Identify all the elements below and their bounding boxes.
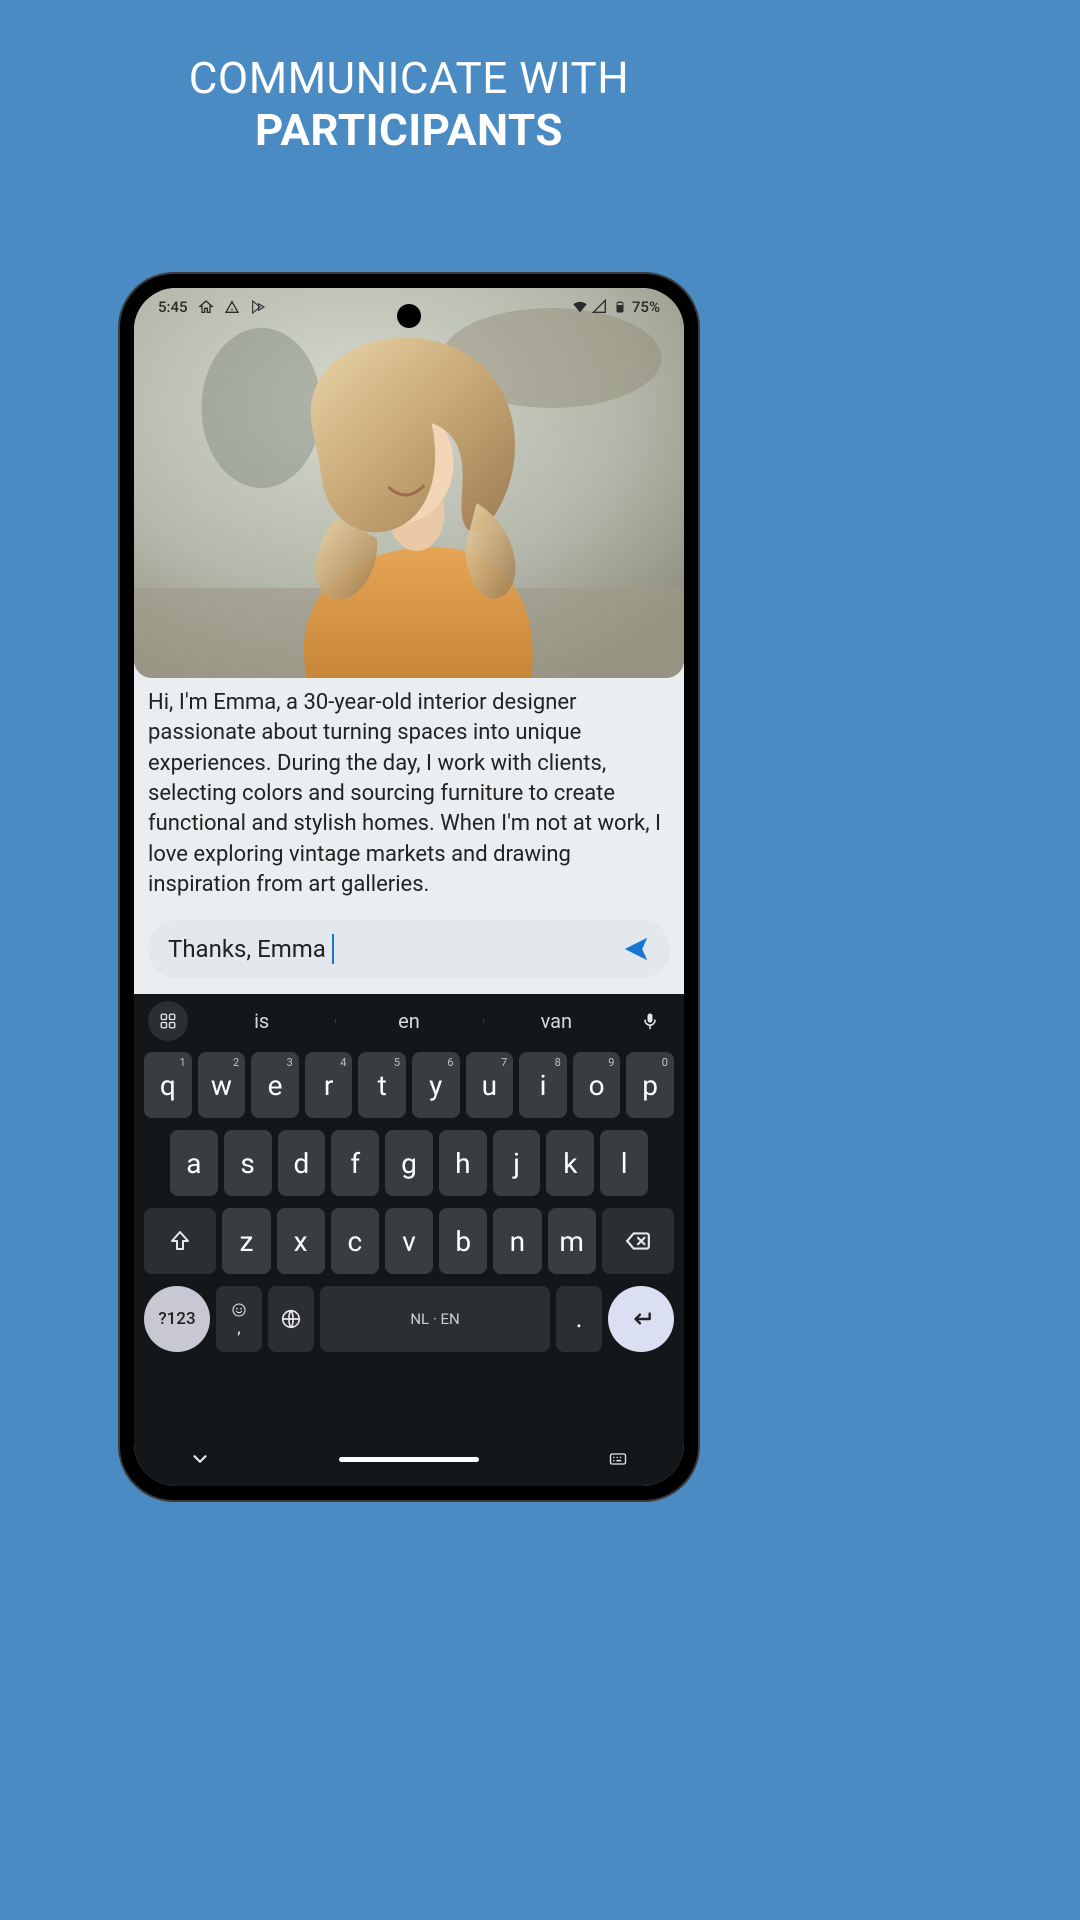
language-key[interactable] (268, 1286, 314, 1352)
shift-key[interactable] (144, 1208, 216, 1274)
key-a[interactable]: a (170, 1130, 218, 1196)
keyboard-rows: q1w2e3r4t5y6u7i8o9p0 asdfghjkl zxcvbnm ?… (134, 1048, 684, 1432)
key-c[interactable]: c (331, 1208, 379, 1274)
key-r[interactable]: r4 (305, 1052, 353, 1118)
keyboard-suggestion-bar: is en van (134, 994, 684, 1048)
key-q[interactable]: q1 (144, 1052, 192, 1118)
send-button[interactable] (618, 931, 654, 967)
key-f[interactable]: f (331, 1130, 379, 1196)
key-d[interactable]: d (278, 1130, 326, 1196)
profile-photo (134, 288, 684, 678)
mic-icon[interactable] (630, 1011, 670, 1031)
key-b[interactable]: b (439, 1208, 487, 1274)
promo-line-1: COMMUNICATE WITH (189, 52, 629, 104)
key-m[interactable]: m (548, 1208, 596, 1274)
home-icon (198, 299, 214, 315)
message-input-value: Thanks, Emma (168, 935, 326, 963)
play-icon (250, 299, 266, 315)
key-n[interactable]: n (493, 1208, 541, 1274)
keyboard-row-2: asdfghjkl (144, 1130, 674, 1196)
camera-notch (397, 304, 421, 328)
keyboard-row-1: q1w2e3r4t5y6u7i8o9p0 (144, 1052, 674, 1118)
status-left: 5:45 (158, 298, 266, 316)
key-y[interactable]: y6 (412, 1052, 460, 1118)
nav-home-pill[interactable] (339, 1457, 479, 1462)
signal-icon (592, 299, 608, 315)
keyboard-row-4: ?123 , NL · EN . (144, 1286, 674, 1352)
key-s[interactable]: s (224, 1130, 272, 1196)
wifi-icon (572, 299, 588, 315)
battery-icon (612, 299, 628, 315)
keyboard-row-3: zxcvbnm (144, 1208, 674, 1274)
keyboard: is en van q1w2e3r4t5y6u7i8o9p0 asdfghjkl… (134, 994, 684, 1486)
key-k[interactable]: k (546, 1130, 594, 1196)
enter-key[interactable] (608, 1286, 674, 1352)
key-o[interactable]: o9 (573, 1052, 621, 1118)
key-p[interactable]: p0 (626, 1052, 674, 1118)
promo-line-2: PARTICIPANTS (255, 104, 563, 156)
backspace-key[interactable] (602, 1208, 674, 1274)
period-key[interactable]: . (556, 1286, 602, 1352)
suggestion-2[interactable]: en (335, 1009, 482, 1033)
nav-keyboard-switch-icon[interactable] (598, 1449, 638, 1469)
nav-chevron-down-icon[interactable] (180, 1448, 220, 1470)
key-z[interactable]: z (222, 1208, 270, 1274)
phone-screen: 5:45 (134, 288, 684, 1486)
key-t[interactable]: t5 (358, 1052, 406, 1118)
space-key[interactable]: NL · EN (320, 1286, 550, 1352)
profile-bio: Hi, I'm Emma, a 30-year-old interior des… (148, 688, 670, 901)
key-u[interactable]: u7 (466, 1052, 514, 1118)
battery-percent: 75% (632, 298, 660, 316)
suggestion-3[interactable]: van (483, 1009, 630, 1033)
message-input-container: Thanks, Emma (148, 920, 670, 978)
status-right: 75% (572, 298, 660, 316)
phone-frame: 5:45 (118, 272, 700, 1502)
key-g[interactable]: g (385, 1130, 433, 1196)
key-x[interactable]: x (277, 1208, 325, 1274)
text-cursor (332, 934, 334, 964)
keyboard-apps-icon[interactable] (148, 1001, 188, 1041)
promo-title: COMMUNICATE WITH PARTICIPANTS (0, 52, 818, 156)
key-l[interactable]: l (600, 1130, 648, 1196)
symbols-key[interactable]: ?123 (144, 1286, 210, 1352)
system-nav-bar (134, 1432, 684, 1486)
key-w[interactable]: w2 (198, 1052, 246, 1118)
key-i[interactable]: i8 (519, 1052, 567, 1118)
emoji-key[interactable]: , (216, 1286, 262, 1352)
message-input[interactable]: Thanks, Emma (168, 934, 618, 964)
key-j[interactable]: j (493, 1130, 541, 1196)
key-h[interactable]: h (439, 1130, 487, 1196)
key-e[interactable]: e3 (251, 1052, 299, 1118)
status-time: 5:45 (158, 298, 188, 316)
triangle-icon (224, 299, 240, 315)
suggestion-1[interactable]: is (188, 1009, 335, 1033)
key-v[interactable]: v (385, 1208, 433, 1274)
